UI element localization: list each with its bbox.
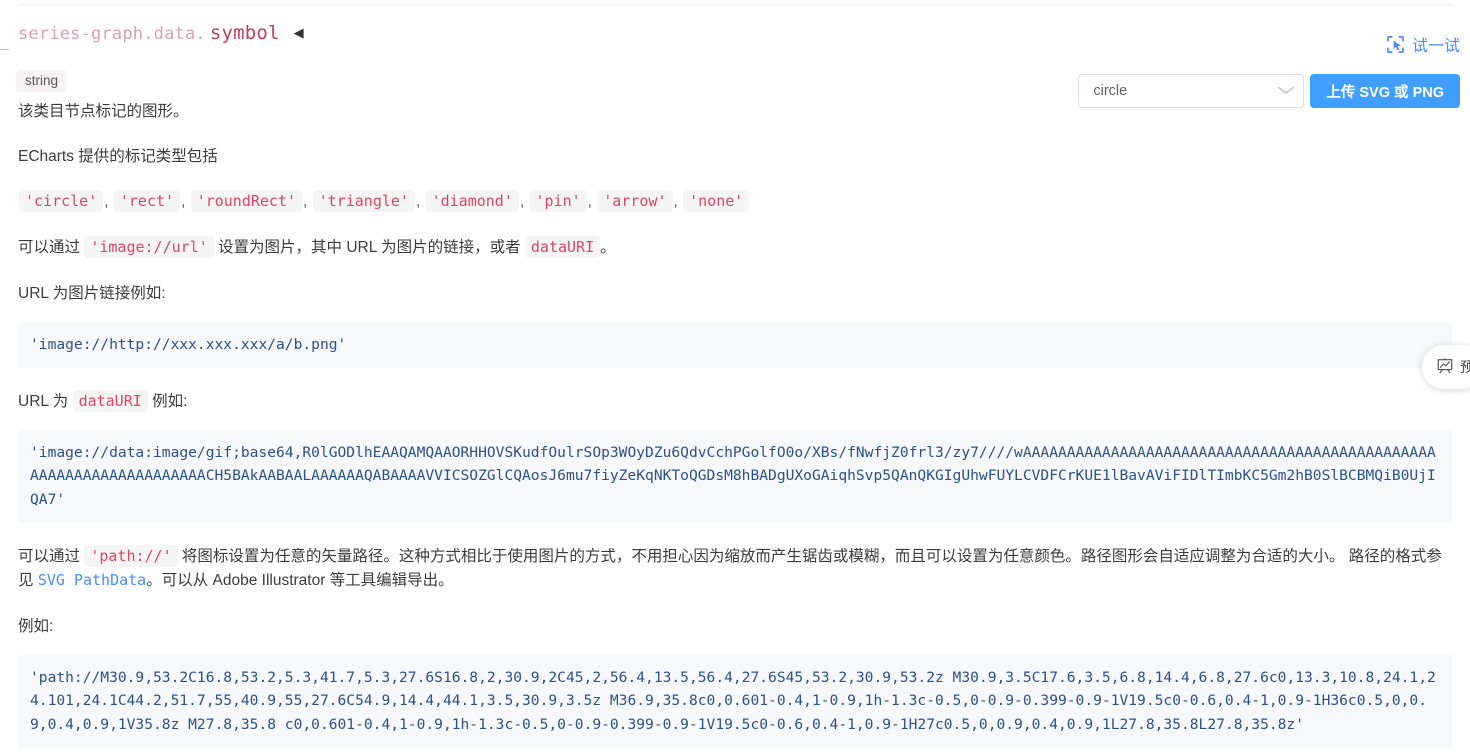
paragraph-image-url-text-b: 设置为图片，其中 URL 为图片的链接，或者 <box>218 239 521 257</box>
paragraph-datauri-text-a: URL 为 <box>18 392 69 410</box>
code-datauri-1: dataURI <box>524 236 601 259</box>
symbol-value-circle: 'circle' <box>19 190 104 213</box>
doc-page: series-graph.data. symbol ◀ string 试一试 c… <box>0 0 1470 754</box>
list-separator: , <box>181 193 186 211</box>
list-separator: , <box>104 193 109 211</box>
list-separator: , <box>415 193 421 211</box>
paragraph-datauri-text-b: 例如: <box>152 392 188 410</box>
list-separator: , <box>587 193 592 211</box>
try-it-link[interactable]: 试一试 <box>1386 32 1460 56</box>
preview-side-widget[interactable]: 预 <box>1422 345 1470 389</box>
symbol-value-triangle: 'triangle' <box>312 190 415 213</box>
paragraph-path-text-a: 可以通过 <box>18 547 81 565</box>
code-block-image-url: 'image://http://xxx.xxx.xxx/a/b.png' <box>18 322 1452 368</box>
symbol-value-rect: 'rect' <box>113 190 181 213</box>
top-divider <box>18 4 1452 5</box>
code-block-path: 'path://M30.9,53.2C16.8,53.2,5.3,41.7,5.… <box>18 654 1452 748</box>
list-separator: , <box>519 193 525 211</box>
symbol-value-pin: 'pin' <box>529 190 587 213</box>
paragraph-path-example-label: 例如: <box>18 617 54 635</box>
option-header: series-graph.data. symbol ◀ string 试一试 c… <box>0 16 1470 108</box>
code-block-datauri: 'image://data:image/gif;base64,R0lGODlhE… <box>18 429 1452 523</box>
chevron-down-icon <box>1277 84 1296 98</box>
code-datauri-2: dataURI <box>72 389 148 412</box>
symbol-type-list: 'circle', 'rect', 'roundRect', 'triangle… <box>18 190 1452 214</box>
type-badge: string <box>16 70 68 92</box>
paragraph-url-example-label: URL 为图片链接例如: <box>18 285 166 303</box>
paragraph-image-url-text-a: 可以通过 <box>18 239 81 257</box>
symbol-value-diamond: 'diamond' <box>425 190 519 213</box>
paragraph-image-url-text-c: 。 <box>600 239 616 257</box>
paragraph-pathdata-text-b: 。可以从 Adobe Illustrator 等工具编辑导出。 <box>146 571 454 589</box>
paragraph-datauri-label: URL 为 dataURI 例如: <box>18 389 1452 414</box>
try-it-cursor-frame-icon <box>1386 35 1405 54</box>
title-option-key: symbol <box>209 22 280 44</box>
paragraph-description: 该类目节点标记的图形。 <box>18 103 189 120</box>
paragraph-symbol-types-intro: ECharts 提供的标记类型包括 <box>18 148 218 166</box>
page-title: series-graph.data. symbol ◀ <box>18 22 304 44</box>
paragraph-image-url: 可以通过 'image://url' 设置为图片，其中 URL 为图片的链接，或… <box>18 236 1452 260</box>
code-image-url: 'image://url' <box>84 236 214 259</box>
list-separator: , <box>673 193 678 211</box>
symbol-value-roundrect: 'roundRect' <box>190 190 303 213</box>
try-it-label: 试一试 <box>1411 38 1460 55</box>
symbol-value-none: 'none' <box>683 190 750 213</box>
presentation-chart-icon <box>1436 357 1454 378</box>
symbol-value-arrow: 'arrow' <box>597 190 673 213</box>
title-path-prefix: series-graph.data. <box>18 24 206 44</box>
svg-pathdata-link[interactable]: SVG PathData <box>38 571 146 589</box>
paragraph-path-text-b: 将图标设置为任意的矢量路径。这种方式相比于使用图片的方式，不用担心因为缩放而产生… <box>181 547 1345 565</box>
preview-side-widget-label: 预 <box>1460 359 1470 375</box>
tree-connector-line <box>0 49 9 50</box>
paragraph-path-description: 可以通过 'path://' 将图标设置为任意的矢量路径。这种方式相比于使用图片… <box>18 544 1452 593</box>
doc-content: 该类目节点标记的图形。 ECharts 提供的标记类型包括 'circle', … <box>18 100 1452 748</box>
list-separator: , <box>303 193 308 211</box>
collapse-toggle-icon[interactable]: ◀ <box>294 26 304 39</box>
code-path-prefix: 'path://' <box>84 544 178 567</box>
symbol-select-value: circle <box>1093 83 1128 99</box>
